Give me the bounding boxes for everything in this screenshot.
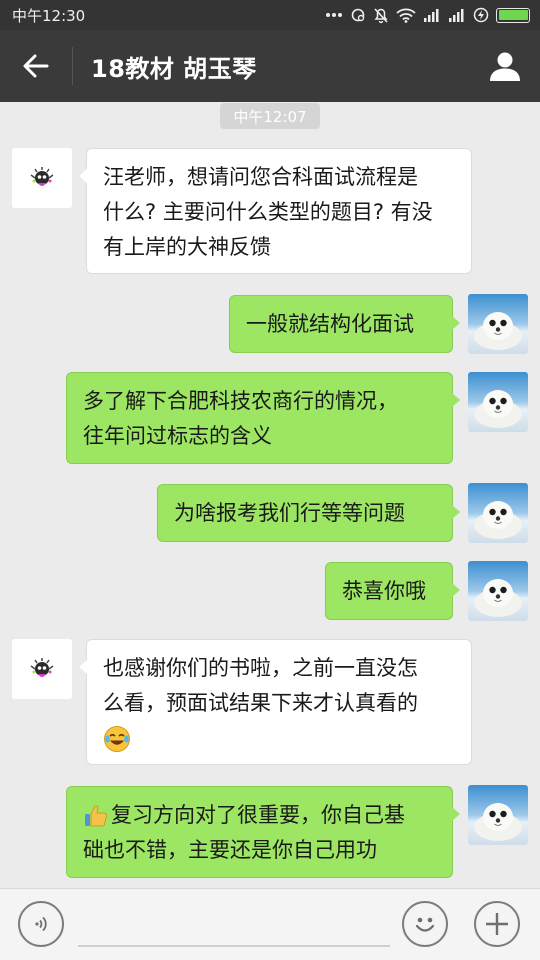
message-line: 恭喜你哦 (342, 579, 426, 603)
add-attachment-button[interactable] (474, 901, 520, 947)
message-line: 为啥报考我们行等等问题 (174, 501, 405, 525)
message-line (103, 721, 455, 756)
sent-message-bubble[interactable]: 多了解下合肥科技农商行的情况， 往年问过标志的含义 (66, 372, 460, 464)
sent-message-bubble[interactable]: 一般就结构化面试 (229, 295, 460, 353)
seal-avatar-image (468, 294, 528, 354)
received-message-bubble[interactable]: 汪老师，想请问您合科面试流程是 什么? 主要问什么类型的题目? 有没 有上岸的大… (79, 148, 472, 274)
battery-level (498, 10, 528, 20)
message-timestamp: 中午12:07 (220, 103, 320, 129)
status-icons (325, 7, 530, 24)
contact-avatar-image (12, 148, 72, 208)
message-line: 往年问过标志的含义 (83, 424, 272, 448)
my-avatar[interactable] (468, 785, 528, 845)
laughing-crying-emoji (104, 725, 130, 752)
status-bar: 中午12:30 (0, 0, 540, 30)
voice-icon (35, 916, 47, 932)
signal-icon (424, 9, 439, 22)
message-line: 汪老师，想请问您合科面试流程是 (103, 165, 418, 189)
received-message-bubble[interactable]: 也感谢你们的书啦，之前一直没怎 么看，预面试结果下来才认真看的 (79, 639, 472, 765)
seal-avatar-image (468, 372, 528, 432)
seal-avatar-image (468, 785, 528, 845)
wifi-icon (396, 8, 416, 23)
seal-avatar-image (468, 483, 528, 543)
voice-button[interactable] (18, 901, 64, 947)
my-avatar[interactable] (468, 372, 528, 432)
header-divider (72, 47, 73, 85)
message-line: 也感谢你们的书啦，之前一直没怎 (103, 656, 418, 680)
message-line: 有上岸的大神反馈 (103, 235, 271, 259)
mute-icon (374, 7, 388, 23)
message-text: 复习方向对了很重要，你自己基 (111, 803, 405, 827)
sent-message-bubble[interactable]: 恭喜你哦 (325, 562, 460, 620)
person-icon (490, 52, 520, 81)
message-line: 么看，预面试结果下来才认真看的 (103, 691, 418, 715)
message-line-with-emoji: 复习方向对了很重要，你自己基 (83, 798, 436, 833)
chat-header: 18教材 胡玉琴 (0, 30, 540, 102)
charging-icon (473, 7, 489, 23)
my-avatar[interactable] (468, 483, 528, 543)
more-dots-icon (326, 13, 342, 17)
my-avatar[interactable] (468, 561, 528, 621)
back-button[interactable] (0, 30, 72, 102)
plus-icon (486, 913, 508, 935)
my-avatar[interactable] (468, 294, 528, 354)
sent-message-bubble[interactable]: 复习方向对了很重要，你自己基 础也不错，主要还是你自己用功 (66, 786, 460, 878)
sync-icon (351, 8, 365, 22)
thumbs-up-emoji (85, 804, 107, 826)
chat-info-button[interactable] (470, 30, 540, 102)
input-bar (0, 888, 540, 960)
status-time: 中午12:30 (12, 6, 86, 25)
message-line: 一般就结构化面试 (246, 312, 414, 336)
message-line: 多了解下合肥科技农商行的情况， (83, 389, 398, 413)
contact-avatar-image (12, 639, 72, 699)
message-line: 什么? 主要问什么类型的题目? 有没 (103, 200, 433, 224)
contact-avatar[interactable] (12, 639, 72, 699)
chat-title: 18教材 胡玉琴 (91, 54, 257, 83)
battery-icon (496, 7, 530, 23)
smiley-icon (415, 917, 435, 932)
signal-icon (449, 9, 464, 22)
sent-message-bubble[interactable]: 为啥报考我们行等等问题 (157, 484, 460, 542)
emoji-button[interactable] (402, 901, 448, 947)
seal-avatar-image (468, 561, 528, 621)
message-input[interactable] (78, 909, 390, 947)
message-line: 础也不错，主要还是你自己用功 (83, 838, 377, 862)
back-arrow-icon (23, 54, 49, 78)
contact-avatar[interactable] (12, 148, 72, 208)
